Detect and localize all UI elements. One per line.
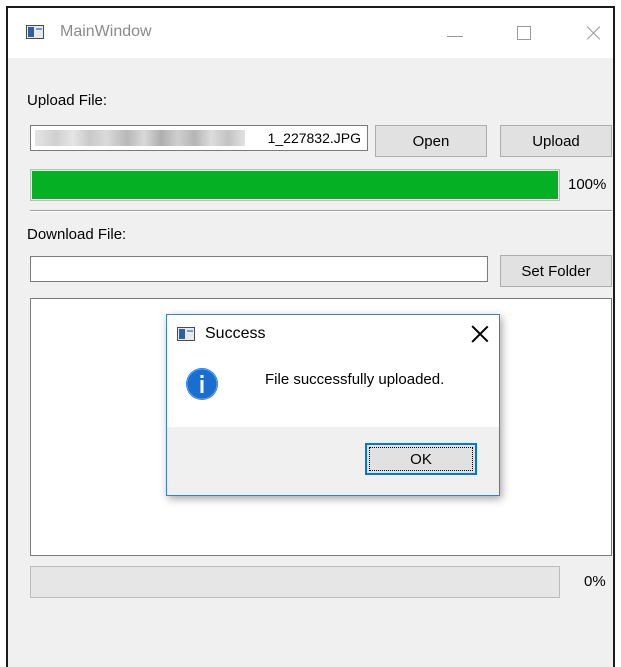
download-progress-text: 0%	[584, 573, 606, 590]
minimize-button[interactable]	[431, 8, 477, 58]
upload-file-name: 1_227832.JPG	[267, 130, 361, 146]
dialog-app-icon	[177, 327, 195, 341]
upload-progress-bar	[30, 169, 560, 201]
download-folder-input[interactable]	[30, 256, 488, 282]
open-button[interactable]: Open	[375, 125, 487, 157]
close-icon	[586, 25, 602, 41]
minimize-icon	[447, 36, 463, 37]
dialog-close-icon[interactable]	[471, 325, 489, 343]
upload-file-input[interactable]: 1_227832.JPG	[30, 125, 368, 151]
set-folder-button[interactable]: Set Folder	[500, 255, 612, 287]
section-divider	[30, 210, 612, 212]
app-window-icon	[26, 25, 44, 39]
dialog-title: Success	[205, 325, 266, 342]
dialog-message: File successfully uploaded.	[265, 371, 445, 388]
info-icon	[186, 368, 218, 400]
upload-progress-fill	[32, 171, 558, 199]
maximize-button[interactable]	[501, 8, 547, 58]
ok-button[interactable]: OK	[365, 443, 477, 475]
close-button[interactable]	[571, 8, 613, 58]
window-title: MainWindow	[60, 23, 152, 40]
upload-button[interactable]: Upload	[500, 125, 612, 157]
title-bar[interactable]: MainWindow	[8, 8, 613, 58]
main-window: MainWindow Upload File: 1_227832.JPG Ope…	[6, 6, 615, 667]
redacted-file-path	[35, 130, 245, 146]
download-file-label: Download File:	[27, 226, 127, 243]
dialog-title-bar[interactable]: Success	[167, 315, 499, 353]
upload-progress-text: 100%	[568, 176, 607, 193]
dialog-body: File successfully uploaded.	[167, 353, 499, 427]
download-progress-bar	[30, 566, 560, 598]
upload-file-label: Upload File:	[27, 92, 108, 109]
maximize-icon	[517, 26, 531, 40]
success-dialog: Success File successfully uploaded. OK	[166, 314, 500, 496]
